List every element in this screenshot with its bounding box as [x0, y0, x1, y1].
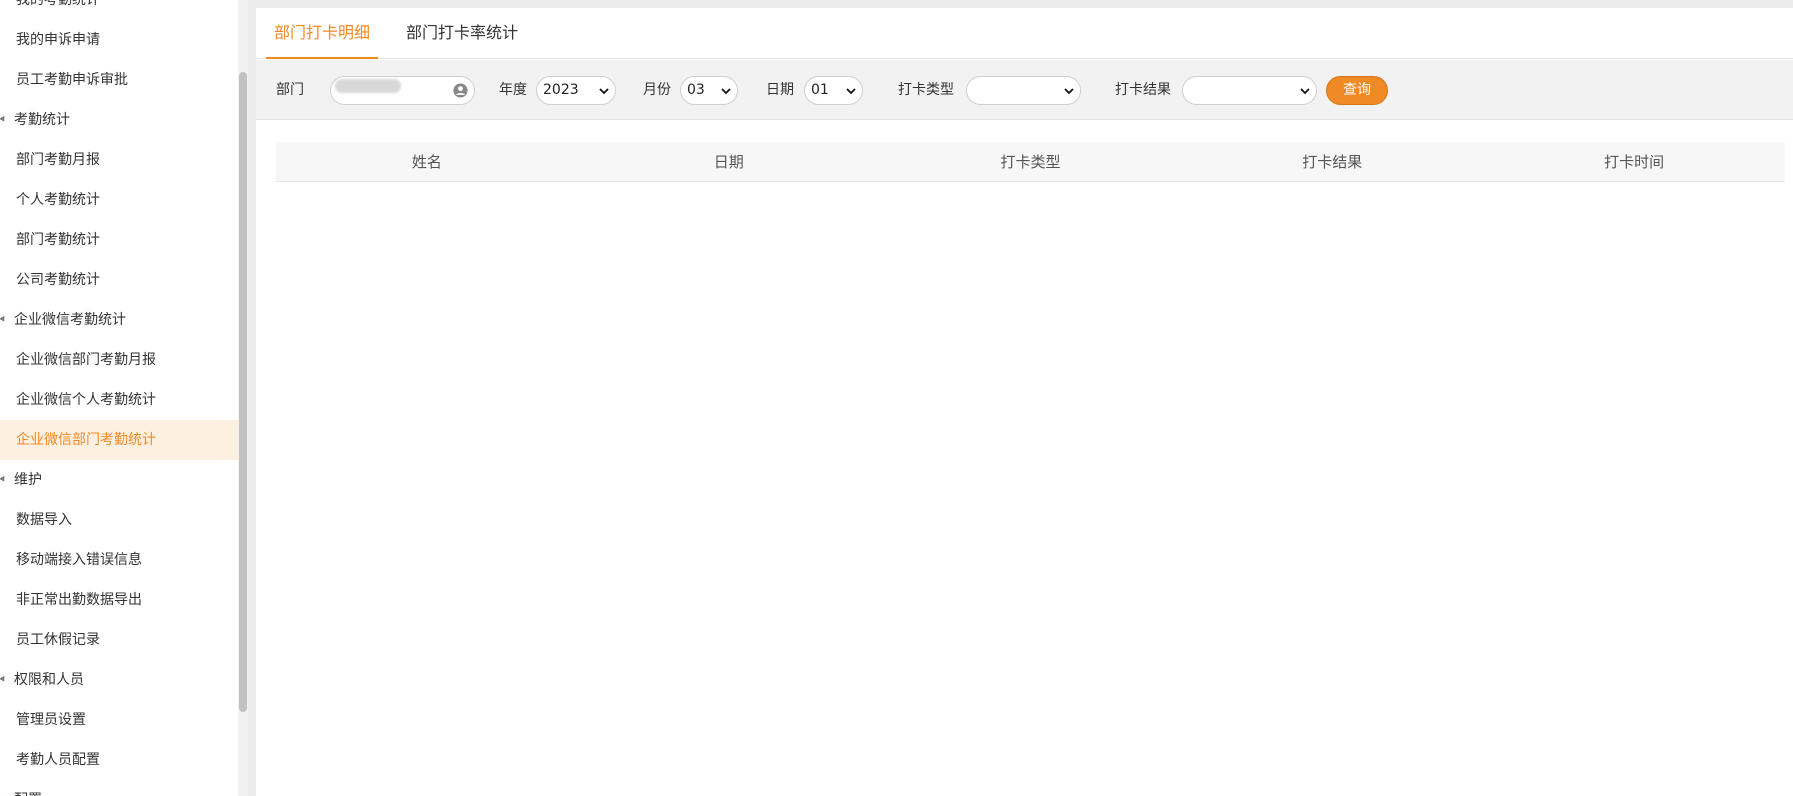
sidebar-item-mobile-errors[interactable]: 移动端接入错误信息 [0, 540, 238, 580]
sidebar: 我的考勤统计 我的申诉申请 员工考勤申诉审批 考勤统计 部门考勤月报 个人考勤统… [0, 0, 238, 796]
month-select-value: 03 [687, 82, 705, 98]
filter-bar: 部门 年度 2023 月份 03 日期 01 打卡类型 打卡结果 查询 [256, 60, 1793, 120]
year-label: 年度 [499, 82, 527, 98]
layout-gutter [248, 0, 256, 796]
sidebar-item-data-import[interactable]: 数据导入 [0, 500, 238, 540]
clock-type-select[interactable] [966, 76, 1081, 105]
sidebar-item-label: 企业微信部门考勤月报 [16, 352, 156, 368]
sidebar-group-label: 考勤统计 [14, 112, 70, 128]
sidebar-item-label: 企业微信个人考勤统计 [16, 392, 156, 408]
sidebar-item-label: 企业微信部门考勤统计 [16, 432, 156, 448]
year-select[interactable]: 2023 [536, 76, 616, 105]
sidebar-item-label: 我的考勤统计 [16, 0, 100, 8]
caret-down-icon [0, 115, 7, 124]
sidebar-item-wecom-personal-stats[interactable]: 企业微信个人考勤统计 [0, 380, 238, 420]
sidebar-item-label: 移动端接入错误信息 [16, 552, 142, 568]
dept-picker-input[interactable] [330, 76, 475, 105]
sidebar-item-label: 我的申诉申请 [16, 32, 100, 48]
sidebar-group-attendance-stats[interactable]: 考勤统计 [0, 100, 238, 140]
sidebar-item-admin-settings[interactable]: 管理员设置 [0, 700, 238, 740]
column-header-clock-result: 打卡结果 [1302, 153, 1363, 171]
sidebar-item-label: 数据导入 [16, 512, 72, 528]
clock-result-select[interactable] [1182, 76, 1317, 105]
caret-down-icon [0, 675, 7, 684]
column-header-clock-type: 打卡类型 [1000, 153, 1061, 171]
sidebar-group-label: 权限和人员 [14, 672, 84, 688]
sidebar-group-config[interactable]: 配置 [0, 780, 238, 796]
tab-dept-clock-detail[interactable]: 部门打卡明细 [266, 8, 379, 59]
table-header: 姓名 日期 打卡类型 打卡结果 打卡时间 [276, 142, 1785, 182]
chevron-down-icon [846, 88, 856, 95]
year-select-value: 2023 [543, 82, 579, 98]
sidebar-item-dept-monthly-report[interactable]: 部门考勤月报 [0, 140, 238, 180]
clock-type-label: 打卡类型 [898, 82, 954, 98]
sidebar-item-label: 部门考勤月报 [16, 152, 100, 168]
day-select-value: 01 [811, 82, 829, 98]
sidebar-item-wecom-dept-monthly[interactable]: 企业微信部门考勤月报 [0, 340, 238, 380]
sidebar-item-label: 公司考勤统计 [16, 272, 100, 288]
sidebar-group-label: 配置 [14, 792, 42, 796]
sidebar-item-abnormal-export[interactable]: 非正常出勤数据导出 [0, 580, 238, 620]
sidebar-item-my-appeals[interactable]: 我的申诉申请 [0, 20, 238, 60]
tab-dept-clock-rate[interactable]: 部门打卡率统计 [398, 8, 526, 59]
chevron-down-icon [1064, 88, 1074, 95]
month-select[interactable]: 03 [680, 76, 738, 105]
day-label: 日期 [766, 82, 794, 98]
sidebar-item-label: 非正常出勤数据导出 [16, 592, 142, 608]
sidebar-item-label: 员工考勤申诉审批 [16, 72, 128, 88]
column-header-name: 姓名 [411, 153, 442, 171]
sidebar-scrollbar-thumb[interactable] [239, 72, 247, 712]
sidebar-group-permissions[interactable]: 权限和人员 [0, 660, 238, 700]
sidebar-item-company-stats[interactable]: 公司考勤统计 [0, 260, 238, 300]
month-label: 月份 [643, 82, 671, 98]
sidebar-item-label: 员工休假记录 [16, 632, 100, 648]
query-button[interactable]: 查询 [1326, 76, 1388, 105]
clock-result-label: 打卡结果 [1115, 82, 1171, 98]
sidebar-group-wecom-stats[interactable]: 企业微信考勤统计 [0, 300, 238, 340]
caret-down-icon [0, 315, 7, 324]
column-header-date: 日期 [713, 153, 744, 171]
sidebar-item-wecom-dept-stats[interactable]: 企业微信部门考勤统计 [0, 420, 238, 460]
tab-bar: 部门打卡明细 部门打卡率统计 [256, 8, 1793, 59]
column-header-clock-time: 打卡时间 [1604, 153, 1665, 171]
sidebar-item-label: 个人考勤统计 [16, 192, 100, 208]
sidebar-group-label: 企业微信考勤统计 [14, 312, 126, 328]
sidebar-item-label: 部门考勤统计 [16, 232, 100, 248]
sidebar-group-label: 维护 [14, 472, 42, 488]
sidebar-item-label: 管理员设置 [16, 712, 86, 728]
clock-detail-table: 姓名 日期 打卡类型 打卡结果 打卡时间 [276, 142, 1785, 182]
top-strip [256, 0, 1793, 8]
redacted-dept-value [335, 79, 401, 93]
sidebar-item-staff-config[interactable]: 考勤人员配置 [0, 740, 238, 780]
sidebar-item-label: 考勤人员配置 [16, 752, 100, 768]
chevron-down-icon [721, 88, 731, 95]
sidebar-group-maintenance[interactable]: 维护 [0, 460, 238, 500]
sidebar-item-leave-records[interactable]: 员工休假记录 [0, 620, 238, 660]
sidebar-nav: 我的考勤统计 我的申诉申请 员工考勤申诉审批 考勤统计 部门考勤月报 个人考勤统… [0, 0, 238, 796]
sidebar-item-my-attendance-stats[interactable]: 我的考勤统计 [0, 0, 238, 20]
day-select[interactable]: 01 [804, 76, 863, 105]
sidebar-item-dept-stats[interactable]: 部门考勤统计 [0, 220, 238, 260]
chevron-down-icon [599, 88, 609, 95]
sidebar-item-personal-stats[interactable]: 个人考勤统计 [0, 180, 238, 220]
sidebar-item-appeal-approval[interactable]: 员工考勤申诉审批 [0, 60, 238, 100]
main-panel: 部门打卡明细 部门打卡率统计 部门 年度 2023 月份 03 日期 01 打卡… [256, 8, 1793, 796]
user-icon[interactable] [453, 83, 468, 98]
dept-label: 部门 [276, 82, 304, 98]
caret-down-icon [0, 475, 7, 484]
chevron-down-icon [1300, 88, 1310, 95]
